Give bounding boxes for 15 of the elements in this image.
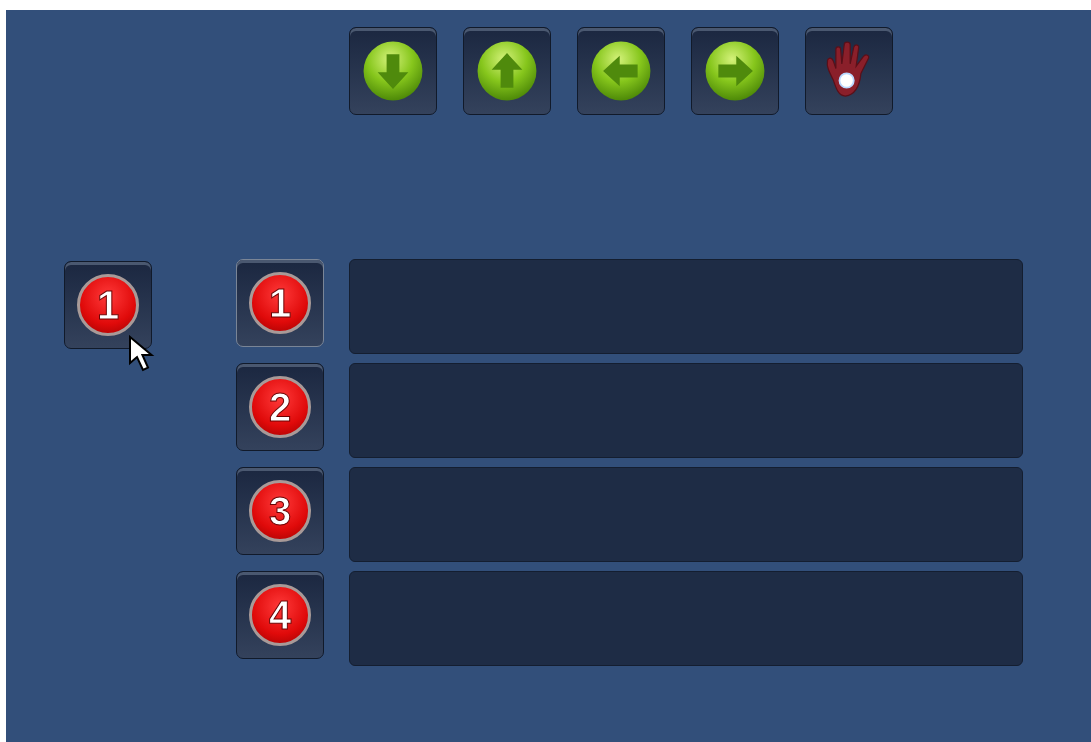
number-tile[interactable]: 1 [236, 259, 324, 347]
toolbar-button[interactable] [691, 27, 779, 115]
number-badge: 1 [249, 272, 311, 334]
number-badge: 4 [249, 584, 311, 646]
number-tile[interactable]: 3 [236, 467, 324, 555]
toolbar-button[interactable] [577, 27, 665, 115]
toolbar-button[interactable] [805, 27, 893, 115]
toolbar-button[interactable] [463, 27, 551, 115]
number-badge: 3 [249, 480, 311, 542]
number-tile[interactable]: 4 [236, 571, 324, 659]
dragged-tile[interactable]: 1 [64, 261, 152, 349]
number-badge: 2 [249, 376, 311, 438]
toolbar-button[interactable] [349, 27, 437, 115]
number-badge: 1 [77, 274, 139, 336]
number-tile[interactable]: 2 [236, 363, 324, 451]
